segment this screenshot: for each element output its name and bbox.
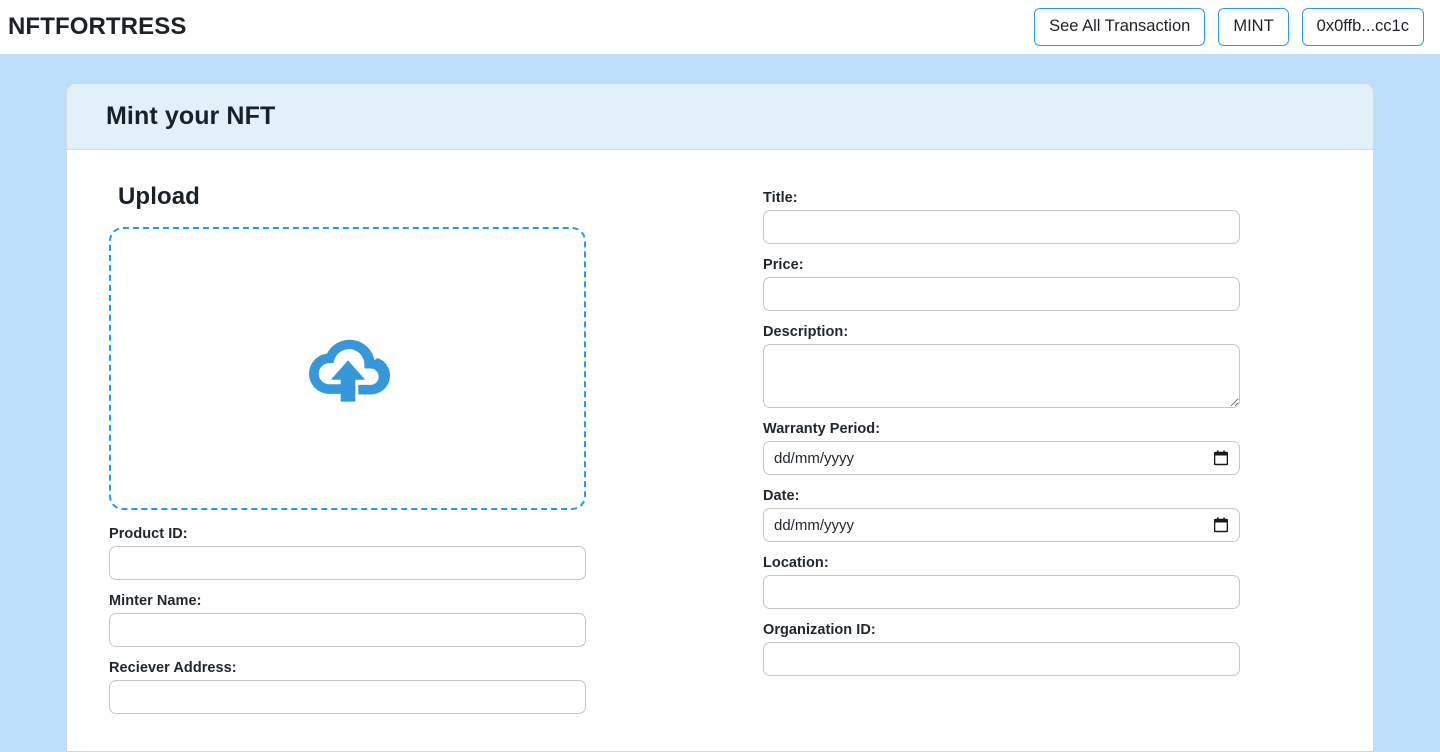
location-input[interactable] — [763, 575, 1240, 609]
field-warranty-period: Warranty Period: — [763, 421, 1373, 475]
location-label: Location: — [763, 555, 829, 571]
field-description: Description: — [763, 324, 1373, 408]
navbar: NFTFORTRESS See All Transaction MINT 0x0… — [0, 0, 1440, 54]
page-title: Mint your NFT — [106, 102, 276, 130]
cloud-upload-icon — [308, 339, 390, 402]
field-organization-id: Organization ID: — [763, 622, 1373, 676]
brand-logo: NFTFORTRESS — [8, 13, 187, 40]
see-all-transaction-button[interactable]: See All Transaction — [1034, 8, 1206, 46]
card-body: Upload Product ID: Minter Name: Reciever… — [67, 150, 1373, 751]
field-minter-name: Minter Name: — [109, 593, 720, 647]
mint-card: Mint your NFT Upload Product ID: Minter … — [66, 83, 1374, 752]
organization-id-input[interactable] — [763, 642, 1240, 676]
wallet-address-button[interactable]: 0x0ffb...cc1c — [1301, 8, 1424, 46]
description-input[interactable] — [763, 344, 1240, 408]
upload-dropzone[interactable] — [109, 227, 586, 510]
warranty-period-label: Warranty Period: — [763, 421, 881, 437]
organization-id-label: Organization ID: — [763, 622, 876, 638]
upload-column: Upload Product ID: Minter Name: Reciever… — [67, 150, 720, 751]
reciever-address-input[interactable] — [109, 680, 586, 714]
field-date: Date: — [763, 488, 1373, 542]
field-reciever-address: Reciever Address: — [109, 660, 720, 714]
date-wrap — [763, 508, 1240, 542]
warranty-period-wrap — [763, 441, 1240, 475]
card-header: Mint your NFT — [67, 84, 1373, 150]
page-body: Mint your NFT Upload Product ID: Minter … — [0, 54, 1440, 752]
field-location: Location: — [763, 555, 1373, 609]
price-input[interactable] — [763, 277, 1240, 311]
product-id-input[interactable] — [109, 546, 586, 580]
reciever-address-label: Reciever Address: — [109, 660, 237, 676]
upload-heading: Upload — [118, 183, 200, 210]
minter-name-label: Minter Name: — [109, 593, 202, 609]
date-label: Date: — [763, 488, 800, 504]
field-title: Title: — [763, 190, 1373, 244]
warranty-period-input[interactable] — [763, 441, 1240, 475]
description-label: Description: — [763, 324, 849, 340]
minter-name-input[interactable] — [109, 613, 586, 647]
left-fields: Product ID: Minter Name: Reciever Addres… — [109, 526, 720, 714]
field-product-id: Product ID: — [109, 526, 720, 580]
details-column: Title: Price: Description: Warranty Peri… — [720, 150, 1373, 751]
title-input[interactable] — [763, 210, 1240, 244]
title-label: Title: — [763, 190, 798, 206]
price-label: Price: — [763, 257, 804, 273]
mint-button[interactable]: MINT — [1218, 8, 1289, 46]
date-input[interactable] — [763, 508, 1240, 542]
field-price: Price: — [763, 257, 1373, 311]
product-id-label: Product ID: — [109, 526, 188, 542]
navbar-actions: See All Transaction MINT 0x0ffb...cc1c — [1034, 8, 1424, 46]
